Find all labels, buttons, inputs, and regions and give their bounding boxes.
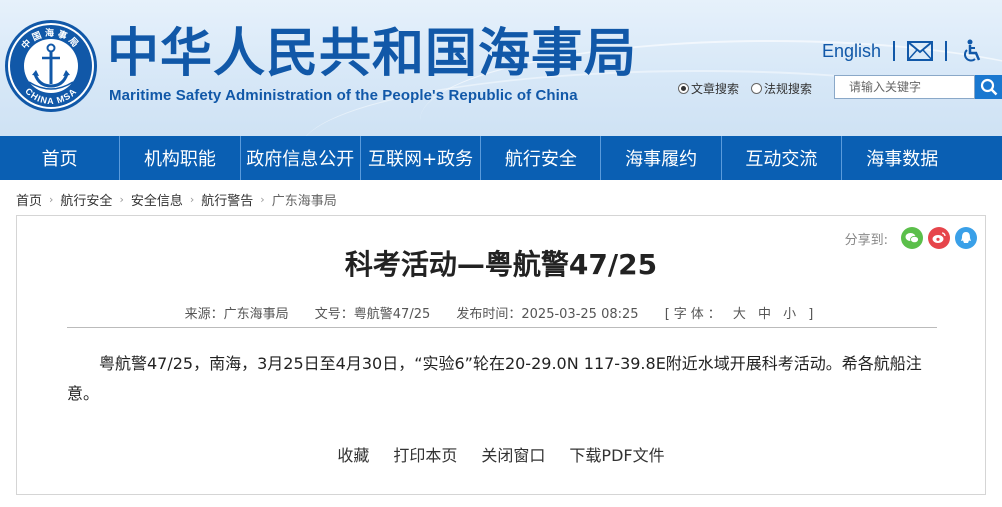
download-pdf-button[interactable]: 下载PDF文件 — [569, 442, 664, 466]
english-link[interactable]: English — [822, 41, 881, 62]
breadcrumb-nav-warning[interactable]: 航行警告 — [201, 190, 253, 209]
nav-internet-gov[interactable]: 互联网+政务 — [361, 136, 482, 180]
article-actions: 收藏 打印本页 关闭窗口 下载PDF文件 — [17, 442, 985, 466]
breadcrumb-home[interactable]: 首页 — [16, 190, 42, 209]
tool-separator — [893, 41, 896, 61]
radio-article[interactable] — [678, 83, 689, 94]
search-icon — [980, 78, 997, 96]
nav-gov-info[interactable]: 政府信息公开 — [241, 136, 361, 180]
article-container: 分享到: 科考活动—粤航警47/25 来源：广东海事局 文号：粤航警47/25 … — [16, 215, 986, 495]
search-option-regulation[interactable]: 法规搜索 — [751, 80, 812, 97]
accessibility-icon[interactable] — [959, 39, 985, 62]
mail-icon[interactable] — [907, 40, 934, 62]
article-meta: 来源：广东海事局 文号：粤航警47/25 发布时间：2025-03-25 08:… — [17, 303, 985, 322]
site-header: 中国海事局 CHINA MSA 中华人民共和国海事局 Maritime Safe… — [0, 0, 1002, 136]
nav-maritime-data[interactable]: 海事数据 — [842, 136, 962, 180]
close-window-button[interactable]: 关闭窗口 — [481, 442, 545, 466]
font-size-control[interactable]: [字体： 大 中 小 ] — [665, 307, 818, 322]
favorite-button[interactable]: 收藏 — [337, 442, 369, 466]
article-doc-no: 文号：粤航警47/25 — [314, 307, 431, 322]
search-input[interactable]: 请输入关键字 — [834, 75, 975, 99]
search-button[interactable] — [975, 75, 1002, 99]
title-divider — [67, 327, 937, 328]
chevron-right-icon: › — [189, 193, 195, 206]
nav-maritime-compliance[interactable]: 海事履约 — [601, 136, 722, 180]
article-body: 粤航警47/25，南海，3月25日至4月30日，“实验6”轮在20-29.0N … — [67, 354, 922, 403]
nav-interaction[interactable]: 互动交流 — [722, 136, 843, 180]
nav-functions[interactable]: 机构职能 — [120, 136, 241, 180]
header-tools: English — [822, 36, 985, 66]
chevron-right-icon: › — [119, 193, 124, 206]
breadcrumb-safety-info[interactable]: 安全信息 — [131, 190, 183, 209]
article-published-time: 发布时间：2025-03-25 08:25 — [456, 307, 639, 322]
print-button[interactable]: 打印本页 — [393, 442, 457, 466]
search-option-article[interactable]: 文章搜索 — [678, 80, 739, 97]
site-title-en: Maritime Safety Administration of the Pe… — [109, 87, 578, 104]
breadcrumb-current: 广东海事局 — [271, 194, 337, 209]
breadcrumb: 首页 › 航行安全 › 安全信息 › 航行警告 › 广东海事局 — [16, 190, 337, 209]
nav-navigation-safety[interactable]: 航行安全 — [481, 136, 602, 180]
tool-separator — [945, 41, 948, 61]
chevron-right-icon: › — [260, 193, 265, 206]
article-source: 来源：广东海事局 — [184, 307, 289, 322]
site-title-cn: 中华人民共和国海事局 — [107, 24, 638, 84]
nav-home[interactable]: 首页 — [0, 136, 121, 180]
radio-regulation[interactable] — [751, 83, 763, 94]
breadcrumb-nav-safety[interactable]: 航行安全 — [60, 190, 112, 209]
main-nav: 首页 机构职能 政府信息公开 互联网+政务 航行安全 海事履约 互动交流 海事数… — [0, 136, 1002, 180]
article-title: 科考活动—粤航警47/25 — [344, 248, 658, 281]
msa-logo-icon[interactable]: 中国海事局 CHINA MSA — [3, 18, 99, 114]
chevron-right-icon: › — [49, 193, 54, 206]
search-options: 文章搜索 法规搜索 — [678, 80, 824, 97]
